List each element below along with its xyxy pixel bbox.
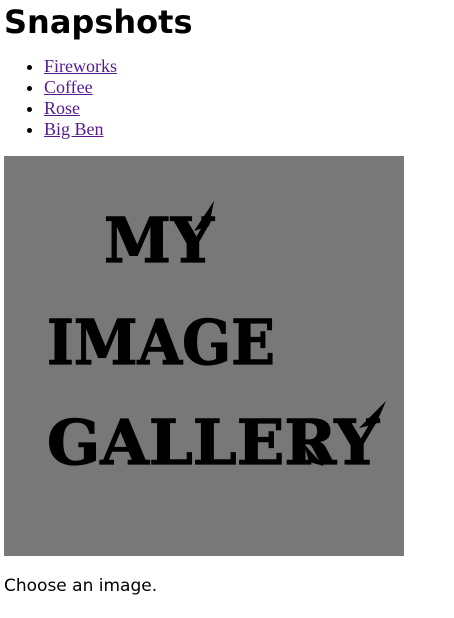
link-coffee[interactable]: Coffee — [44, 77, 93, 97]
list-item: Fireworks — [44, 56, 454, 77]
placeholder-caption: Choose an image. — [4, 576, 158, 596]
image-link-list: Fireworks Coffee Rose Big Ben — [4, 56, 454, 140]
link-rose[interactable]: Rose — [44, 98, 80, 118]
image-text-line-2: IMAGE — [47, 306, 275, 379]
link-big-ben[interactable]: Big Ben — [44, 119, 104, 139]
placeholder-image: MY IMAGE GALLERY — [4, 156, 404, 556]
list-item: Rose — [44, 98, 454, 119]
page-title: Snapshots — [4, 3, 193, 41]
gallery-placeholder-graphic: MY IMAGE GALLERY — [46, 201, 386, 480]
list-item: Big Ben — [44, 119, 454, 140]
image-text-line-1: MY — [104, 204, 215, 277]
page: Snapshots Fireworks Coffee Rose Big Ben … — [0, 0, 454, 596]
list-item: Coffee — [44, 77, 454, 98]
image-text-line-3: GALLERY — [47, 406, 380, 479]
link-fireworks[interactable]: Fireworks — [44, 56, 117, 76]
